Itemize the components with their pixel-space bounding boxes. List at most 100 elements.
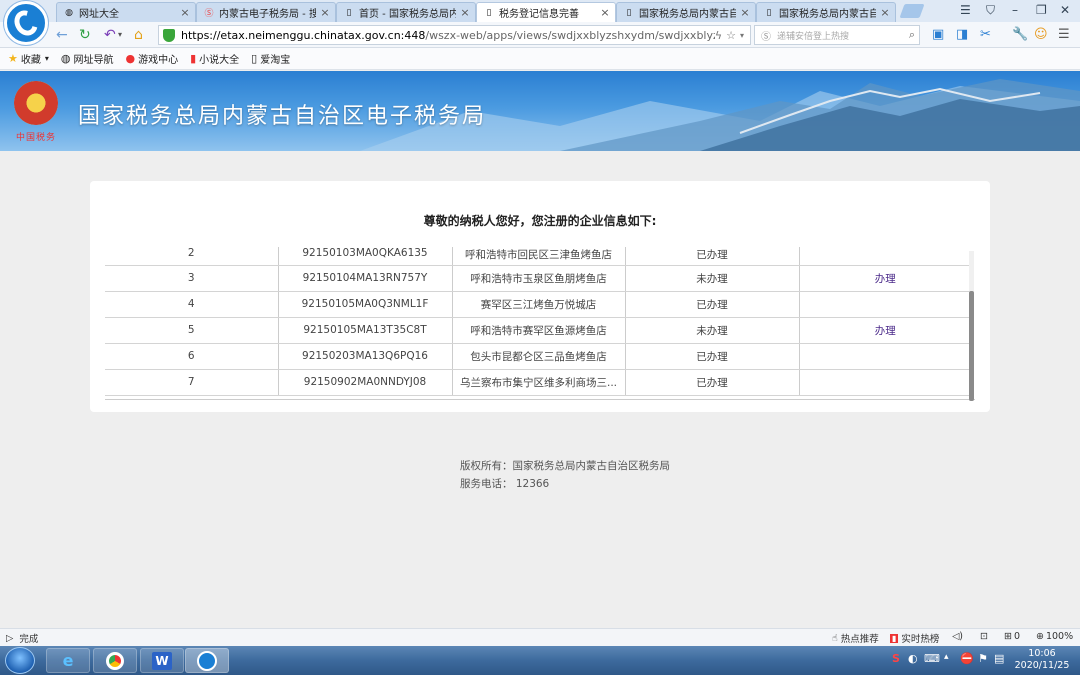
tab-0[interactable]: ◍ 网址大全 × xyxy=(56,2,196,22)
enterprise-table[interactable]: 2 92150103MA0QKA6135 呼和浩特市回民区三津鱼烤鱼店 已办理 … xyxy=(105,247,975,400)
action-cell xyxy=(799,369,971,396)
hot-recommend-button[interactable]: ☝ 热点推荐 xyxy=(832,631,879,646)
tab-4[interactable]: ▯ 国家税务总局内蒙古自治 × xyxy=(616,2,756,22)
row-number: 7 xyxy=(105,369,279,396)
search-icon[interactable]: ⌕ xyxy=(909,28,915,42)
back-icon[interactable]: ← xyxy=(56,26,68,44)
bookmark-sync-icon[interactable]: ◨ xyxy=(956,27,968,42)
live-hot-button[interactable]: ▮ 实时热榜 xyxy=(890,631,939,645)
lock-icon[interactable]: ⊡ xyxy=(980,631,988,642)
undo-icon[interactable]: ↶ xyxy=(104,26,116,44)
system-clock[interactable]: 10:06 2020/11/25 xyxy=(1010,648,1074,672)
bookmark-label: 爱淘宝 xyxy=(260,55,291,66)
ie-icon: e xyxy=(62,651,74,670)
status-text: 已办理 xyxy=(625,343,800,370)
sidebar-toggle-icon[interactable]: ▷ xyxy=(6,633,13,644)
tab-5[interactable]: ▯ 国家税务总局内蒙古自治 × xyxy=(756,2,896,22)
close-icon[interactable]: × xyxy=(459,6,471,19)
menu-icon[interactable]: ☰ xyxy=(960,3,971,17)
restore-icon[interactable]: ❐ xyxy=(1036,3,1047,17)
start-button[interactable] xyxy=(5,647,35,674)
more-menu-icon[interactable]: ☰ xyxy=(1058,27,1070,42)
network-icon[interactable]: ▤ xyxy=(994,652,1004,665)
credit-code: 92150104MA13RN757Y xyxy=(278,265,453,292)
star-outline-icon[interactable]: ☆ xyxy=(726,29,736,42)
smiley-icon[interactable]: ☺ xyxy=(1034,27,1048,42)
download-counter[interactable]: ⊞ 0 xyxy=(1004,631,1020,642)
taskbar-app-chrome[interactable] xyxy=(93,648,137,673)
search-placeholder: 递辅安倍登上热搜 xyxy=(777,31,850,42)
row-number: 2 xyxy=(105,247,279,266)
bookmark-novels[interactable]: ▮ 小说大全 xyxy=(190,51,239,66)
scrollbar-thumb[interactable] xyxy=(969,291,974,401)
url-path: /wszx-web/apps/views/swdjxxblyzshxydm/sw… xyxy=(425,28,714,42)
close-icon[interactable]: × xyxy=(319,6,331,19)
new-tab-button[interactable] xyxy=(899,4,925,18)
security-icon[interactable]: ⛔ xyxy=(960,652,974,665)
close-window-icon[interactable]: ✕ xyxy=(1060,3,1070,17)
tab-title: 国家税务总局内蒙古自治 xyxy=(779,9,876,20)
home-icon[interactable]: ⌂ xyxy=(134,26,143,44)
close-icon[interactable]: × xyxy=(739,6,751,19)
zoom-control[interactable]: ⊕ 100% xyxy=(1036,631,1073,642)
sogou-browser-logo[interactable] xyxy=(4,1,48,45)
bookmark-taobao[interactable]: ▯ 爱淘宝 xyxy=(251,51,290,66)
close-icon[interactable]: × xyxy=(179,6,191,19)
minimize-icon[interactable]: – xyxy=(1012,3,1018,17)
url-host: https://etax.neimenggu.chinatax.gov.cn:4… xyxy=(181,28,426,42)
site-banner: 中国税务 国家税务总局内蒙古自治区电子税务局 xyxy=(0,71,1080,151)
ime-mode-icon[interactable]: ◐ xyxy=(908,652,918,665)
refresh-icon[interactable]: ↻ xyxy=(79,26,91,44)
close-icon[interactable]: × xyxy=(879,6,891,19)
zoom-level: 100% xyxy=(1045,631,1074,642)
chrome-icon xyxy=(106,651,124,670)
chevron-down-icon: ▾ xyxy=(44,54,49,63)
close-icon[interactable]: × xyxy=(599,6,611,19)
bookmark-label: 游戏中心 xyxy=(138,55,179,66)
credit-code: 92150105MA0Q3NML1F xyxy=(278,291,453,318)
bookmark-favorites[interactable]: ★ 收藏 ▾ xyxy=(8,51,49,66)
page-footer: 版权所有：国家税务总局内蒙古自治区税务局 服务电话： 12366 xyxy=(460,457,670,493)
tab-2[interactable]: ▯ 首页 - 国家税务总局内蒙 × xyxy=(336,2,476,22)
sogou-ime-icon[interactable]: S xyxy=(892,652,900,665)
process-link[interactable]: 办理 xyxy=(875,273,896,285)
translate-icon[interactable]: ▣ xyxy=(932,27,944,42)
taskbar-app-sogou[interactable] xyxy=(185,648,229,673)
globe-icon: ◍ xyxy=(60,52,71,65)
bookmark-label: 收藏 xyxy=(20,55,41,66)
wrench-icon[interactable]: 🔧 xyxy=(1012,27,1028,42)
table-scrollbar[interactable] xyxy=(969,251,974,401)
chevron-down-icon[interactable]: ▾ xyxy=(740,31,744,40)
page-icon: ▯ xyxy=(486,7,492,18)
taskbar-app-wps[interactable]: W xyxy=(140,648,184,673)
enterprise-name: 呼和浩特市赛罕区鱼源烤鱼店 xyxy=(452,317,626,344)
game-icon: ● xyxy=(125,52,136,65)
national-emblem xyxy=(14,81,58,125)
tab-title: 网址大全 xyxy=(79,9,119,20)
bookmarks-bar: ★ 收藏 ▾ ◍ 网址导航 ● 游戏中心 ▮ 小说大全 ▯ 爱淘宝 xyxy=(0,48,1080,70)
hot-recommend-label: 热点推荐 xyxy=(840,634,879,645)
tab-1[interactable]: Ⓢ 内蒙古电子税务局 - 搜狗 × xyxy=(196,2,336,22)
tab-3[interactable]: ▯ 税务登记信息完善 × xyxy=(476,2,616,22)
tray-expand-icon[interactable]: ▴ xyxy=(944,652,949,662)
flag-icon[interactable]: ⚑ xyxy=(978,652,988,665)
keyboard-icon[interactable]: ⌨ xyxy=(924,652,940,665)
url-input[interactable]: https://etax.neimenggu.chinatax.gov.cn:4… xyxy=(158,25,751,45)
book-icon: ▮ xyxy=(190,52,197,65)
taskbar-app-ie[interactable]: e xyxy=(46,648,90,673)
sound-icon[interactable]: ◁) xyxy=(952,631,963,642)
lightning-icon[interactable]: ϟ xyxy=(715,29,722,42)
bookmark-url-nav[interactable]: ◍ 网址导航 xyxy=(61,51,114,66)
chevron-down-icon[interactable]: ▾ xyxy=(118,26,122,44)
sogou-search-icon: Ⓢ xyxy=(761,31,771,43)
table-row: 7 92150902MA0NNDYJ08 乌兰察布市集宁区维多利商场三... 已… xyxy=(105,369,971,396)
tab-title: 税务登记信息完善 xyxy=(499,9,579,20)
table-row: 4 92150105MA0Q3NML1F 赛罕区三江烤鱼万悦城店 已办理 xyxy=(105,291,971,318)
globe-icon: ◍ xyxy=(65,7,73,18)
status-text: 未办理 xyxy=(625,317,800,344)
shirt-icon[interactable]: ⛉ xyxy=(986,3,995,18)
scissors-icon[interactable]: ✂ xyxy=(980,27,991,42)
search-input[interactable]: Ⓢ 递辅安倍登上热搜 ⌕ xyxy=(754,25,920,45)
process-link[interactable]: 办理 xyxy=(875,325,896,337)
bookmark-game-center[interactable]: ● 游戏中心 xyxy=(126,51,179,66)
